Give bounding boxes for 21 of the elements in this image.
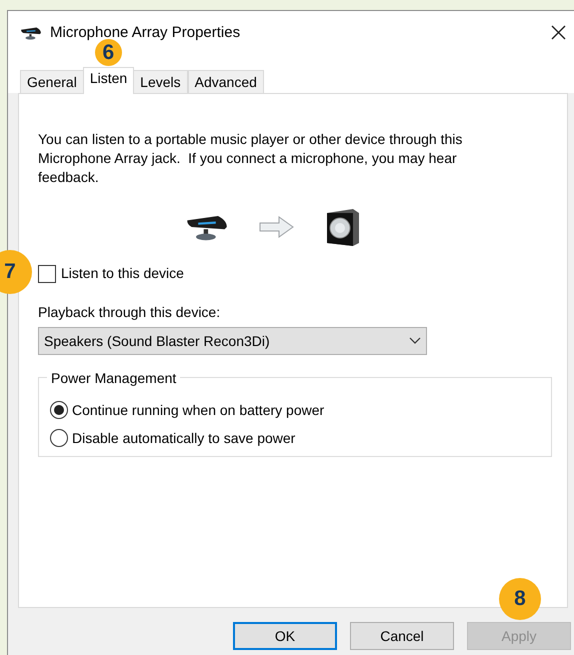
arrow-icon <box>259 215 295 239</box>
radio-button[interactable] <box>50 401 68 419</box>
radio-label[interactable]: Continue running when on battery power <box>72 400 324 420</box>
tab[interactable]: Advanced <box>188 70 264 94</box>
speaker-icon <box>325 207 361 247</box>
playback-label: Playback through this device: <box>38 303 222 322</box>
chevron-down-icon <box>409 337 421 345</box>
description-text: You can listen to a portable music player or other device through this Microphone Array jack. If you connect a microphone, you may hear feedback. <box>38 130 464 187</box>
dialog-button[interactable]: Cancel <box>350 622 454 650</box>
radio-label[interactable]: Disable automatically to save power <box>72 428 296 448</box>
dialog-button[interactable]: OK <box>233 622 337 650</box>
tab[interactable]: Listen <box>82 67 134 94</box>
checkbox-label[interactable]: Listen to this device <box>61 263 184 284</box>
tab[interactable]: General <box>20 70 84 94</box>
checkbox[interactable] <box>38 264 56 282</box>
microphone-array-icon <box>20 25 42 41</box>
tab[interactable]: Levels <box>133 70 188 94</box>
playback-dropdown[interactable]: Speakers (Sound Blaster Recon3Di) <box>38 327 427 355</box>
radio-button[interactable] <box>50 429 68 447</box>
close-icon[interactable] <box>551 25 566 40</box>
callout-number: 7 <box>0 250 32 294</box>
